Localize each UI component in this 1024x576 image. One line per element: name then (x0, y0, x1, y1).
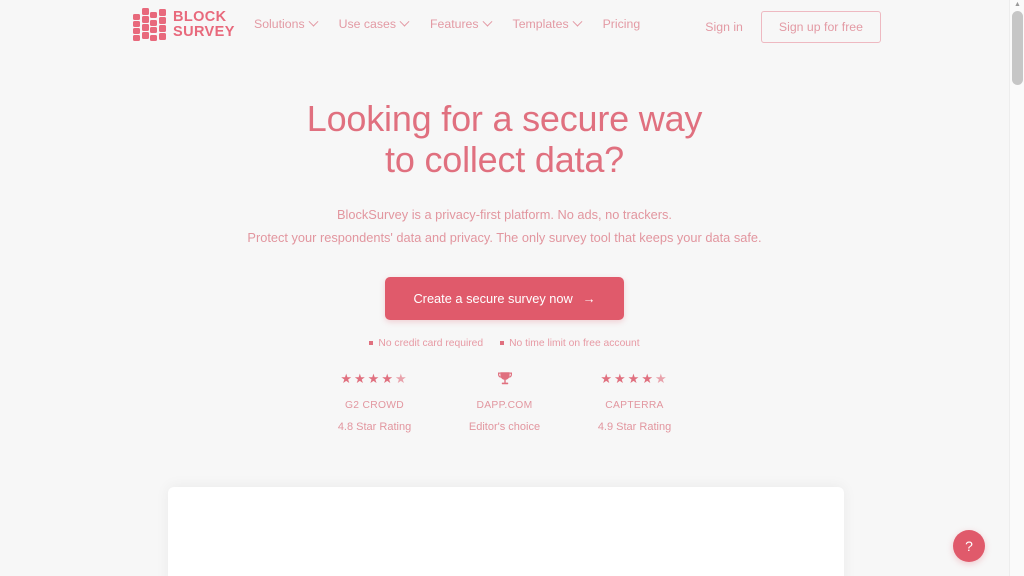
logo-wordmark: BLOCK SURVEY (173, 8, 235, 40)
block-grid-logo-icon (133, 8, 166, 41)
nav-item-solutions[interactable]: Solutions (254, 16, 319, 31)
bullet-square-icon (500, 341, 505, 346)
site-header: BLOCK SURVEY Solutions Use cases Feature… (0, 0, 1009, 50)
logo-line-2: SURVEY (173, 23, 235, 40)
note-no-time-limit: No time limit on free account (500, 337, 640, 349)
note-no-credit-card: No credit card required (369, 338, 483, 349)
trophy-icon (440, 370, 570, 388)
hero-subtitle: BlockSurvey is a privacy-first platform.… (0, 204, 1009, 250)
headline-line-2: to collect data? (385, 139, 624, 181)
page-root: BLOCK SURVEY Solutions Use cases Feature… (0, 0, 1009, 576)
content-card (168, 487, 844, 576)
stars-partial-2: ★ (654, 371, 669, 386)
rating-name-dapp: DAPP.COM (476, 400, 533, 411)
nav-label-features: Features (430, 17, 479, 31)
headline-line-1: Looking for a secure way (306, 98, 703, 139)
sign-up-button[interactable]: Sign up for free (760, 11, 881, 43)
create-survey-button[interactable]: Create a secure survey now → (385, 276, 624, 320)
chevron-down-icon (572, 16, 583, 27)
note-label-2: No time limit on free account (509, 337, 640, 349)
chevron-down-icon (482, 16, 492, 27)
header-actions: Sign in Sign up for free (705, 11, 881, 43)
rating-name-g2: G2 CROWD (344, 400, 405, 411)
chevron-down-icon (308, 16, 319, 27)
rating-desc-capterra: 4.9 Star Rating (597, 421, 672, 433)
nav-item-use-cases[interactable]: Use cases (338, 16, 410, 31)
hero-section: Looking for a secure way to collect data… (0, 98, 1009, 349)
subtitle-line-1: BlockSurvey is a privacy-first platform.… (337, 207, 672, 223)
rating-name-capterra: CAPTERRA (605, 400, 664, 411)
chevron-down-icon (399, 16, 410, 27)
nav-label-pricing: Pricing (602, 17, 641, 31)
page-title: Looking for a secure way to collect data… (0, 98, 1009, 180)
rating-desc-dapp: Editor's choice (468, 421, 541, 433)
main-nav: Solutions Use cases Features Templates P… (254, 16, 641, 31)
stars-full-2: ★★★★ (600, 371, 655, 386)
cta-wrapper: Create a secure survey now → (0, 276, 1009, 320)
stars-icon: ★★★★★ (310, 370, 440, 388)
nav-item-pricing[interactable]: Pricing (603, 17, 641, 31)
logo-line-1: BLOCK (173, 8, 227, 25)
scrollbar-thumb[interactable] (1012, 11, 1023, 85)
rating-capterra: ★★★★★ CAPTERRA 4.9 Star Rating (570, 370, 700, 433)
rating-g2-crowd: ★★★★★ G2 CROWD 4.8 Star Rating (310, 370, 440, 433)
help-button[interactable]: ? (953, 530, 985, 562)
sign-in-link[interactable]: Sign in (705, 20, 743, 34)
nav-label-use-cases: Use cases (338, 17, 397, 31)
scroll-up-arrow-icon[interactable]: ▲ (1014, 1, 1021, 8)
arrow-right-icon: → (582, 290, 596, 306)
stars-partial-1: ★ (394, 371, 409, 386)
stars-full-1: ★★★★ (340, 371, 395, 386)
cta-notes: No credit card required No time limit on… (0, 338, 1009, 349)
rating-desc-g2: 4.8 Star Rating (337, 421, 412, 433)
note-label-1: No credit card required (378, 337, 484, 349)
nav-label-templates: Templates (512, 17, 569, 31)
cta-label: Create a secure survey now (413, 290, 573, 306)
nav-label-solutions: Solutions (254, 17, 305, 31)
bullet-square-icon (369, 341, 374, 346)
nav-item-features[interactable]: Features (430, 16, 492, 31)
logo[interactable]: BLOCK SURVEY (133, 8, 235, 41)
subtitle-line-2: Protect your respondents' data and priva… (247, 229, 762, 245)
rating-dapp-com: DAPP.COM Editor's choice (440, 370, 570, 433)
stars-icon: ★★★★★ (570, 370, 700, 388)
ratings-row: ★★★★★ G2 CROWD 4.8 Star Rating DAPP.COM … (0, 370, 1009, 433)
nav-item-templates[interactable]: Templates (512, 16, 583, 31)
page-scrollbar[interactable]: ▲ (1009, 0, 1024, 576)
